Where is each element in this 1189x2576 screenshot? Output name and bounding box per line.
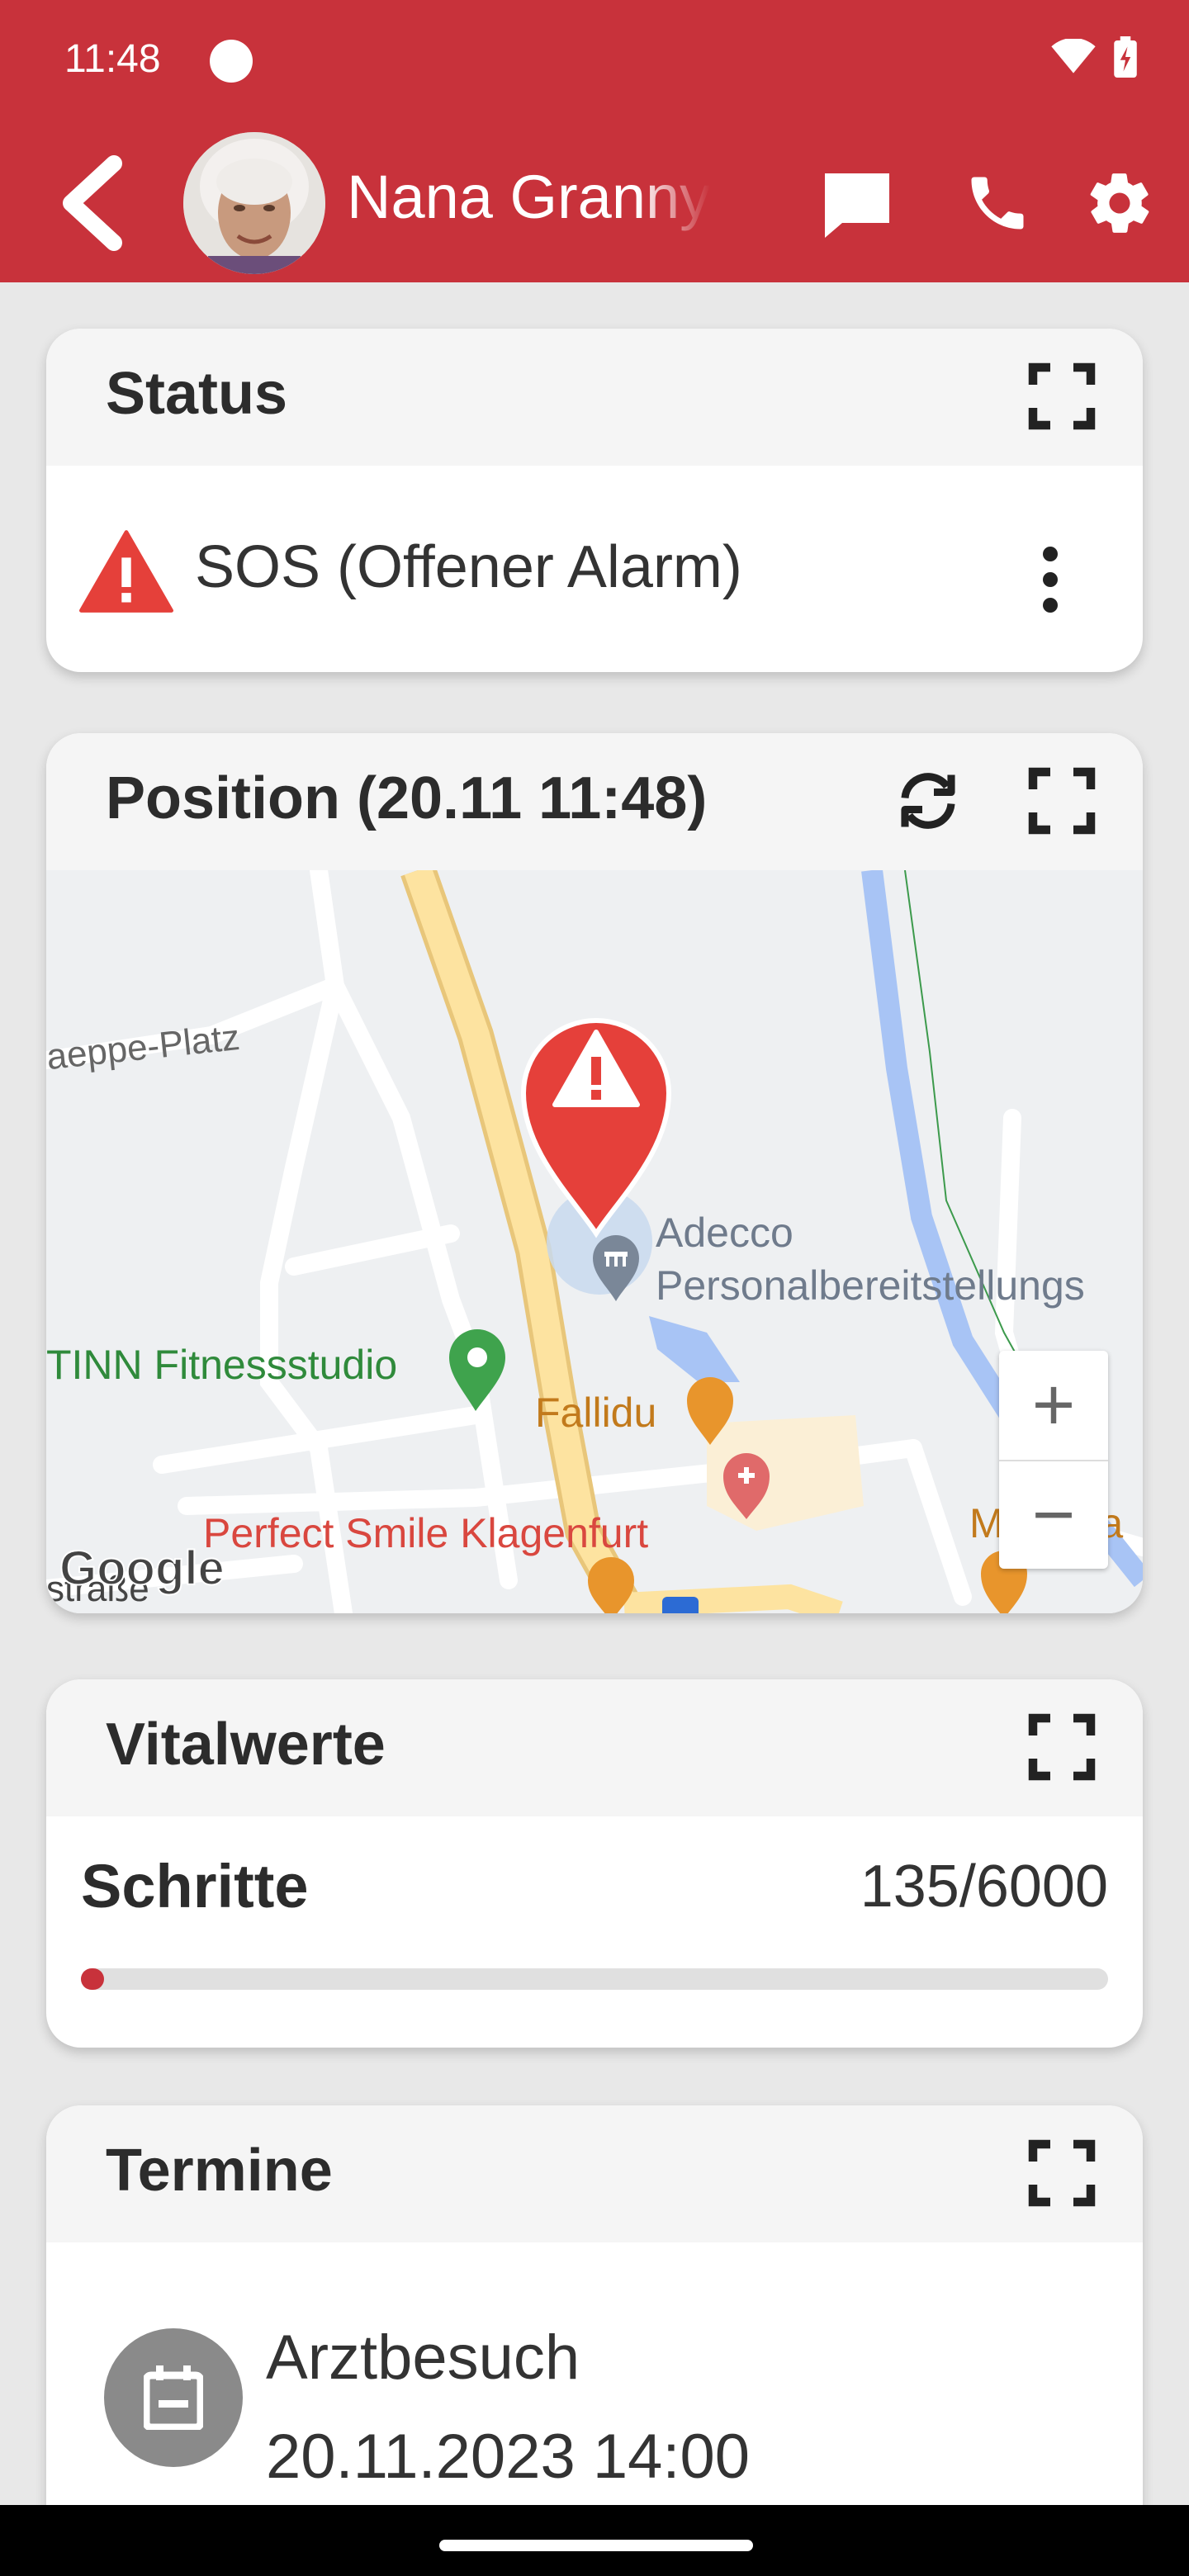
status-text: SOS (Offener Alarm)	[195, 534, 742, 600]
phone-icon[interactable]	[956, 162, 1039, 244]
appointments-card: Termine Arztbesuch 20.11.2023 14:00	[46, 2105, 1143, 2551]
position-card-header: Position (20.11 11:48)	[46, 733, 1143, 870]
zoom-out-button[interactable]: −	[999, 1460, 1108, 1569]
position-card: Position (20.11 11:48) aeppe-Platz Adecc…	[46, 733, 1143, 1613]
map-label: Perfect Smile Klagenfurt	[203, 1510, 649, 1556]
appointments-card-header: Termine	[46, 2105, 1143, 2242]
map-label: Adecco	[656, 1210, 793, 1256]
expand-icon[interactable]	[1027, 362, 1097, 431]
refresh-icon[interactable]	[893, 766, 963, 836]
clock: 11:48	[64, 37, 161, 81]
calendar-icon	[104, 2328, 243, 2467]
contact-name: Nana Granny	[347, 163, 711, 231]
appointment-date: 20.11.2023 14:00	[266, 2422, 751, 2492]
warning-icon	[79, 530, 173, 613]
app-bar: Nana Granny	[0, 124, 1189, 282]
status-card: Status SOS (Offener Alarm)	[46, 329, 1143, 672]
map-label: Fallidu	[535, 1390, 657, 1436]
card-title: Position (20.11 11:48)	[106, 765, 708, 831]
map-label: Personalbereitstellungs	[656, 1262, 1085, 1309]
zoom-controls: + −	[999, 1351, 1108, 1569]
home-gesture-handle[interactable]	[439, 2540, 753, 2551]
notification-dot-icon	[210, 40, 253, 83]
expand-icon[interactable]	[1027, 2138, 1097, 2208]
message-icon[interactable]	[816, 162, 898, 244]
vitals-card-header: Vitalwerte	[46, 1679, 1143, 1816]
card-title: Termine	[106, 2138, 333, 2204]
card-title: Status	[106, 361, 288, 427]
vitals-card: Vitalwerte Schritte 135/6000	[46, 1679, 1143, 2048]
system-nav-bar	[0, 2505, 1189, 2576]
map-label: TINN Fitnessstudio	[46, 1342, 398, 1388]
card-title: Vitalwerte	[106, 1712, 386, 1778]
back-arrow-icon[interactable]	[54, 155, 129, 251]
more-vert-icon[interactable]	[1040, 547, 1060, 613]
steps-progress-fill	[81, 1968, 104, 1990]
zoom-in-button[interactable]: +	[999, 1351, 1108, 1460]
status-card-header: Status	[46, 329, 1143, 466]
wifi-icon	[1051, 39, 1096, 73]
expand-icon[interactable]	[1027, 1712, 1097, 1782]
system-status-bar: 11:48	[0, 0, 1189, 124]
steps-value: 135/6000	[860, 1854, 1108, 1920]
map-view[interactable]: aeppe-Platz Adecco Personalbereitstellun…	[46, 870, 1143, 1613]
steps-progress-bar	[81, 1968, 1108, 1990]
status-row[interactable]: SOS (Offener Alarm)	[46, 466, 1143, 672]
steps-row[interactable]: Schritte 135/6000	[46, 1816, 1143, 2048]
steps-label: Schritte	[81, 1852, 309, 1920]
google-logo: Google	[59, 1541, 225, 1596]
avatar[interactable]	[183, 132, 325, 274]
expand-icon[interactable]	[1027, 766, 1097, 836]
appointment-title: Arztbesuch	[266, 2323, 580, 2393]
settings-gear-icon[interactable]	[1078, 162, 1161, 244]
battery-charging-icon	[1114, 36, 1137, 78]
